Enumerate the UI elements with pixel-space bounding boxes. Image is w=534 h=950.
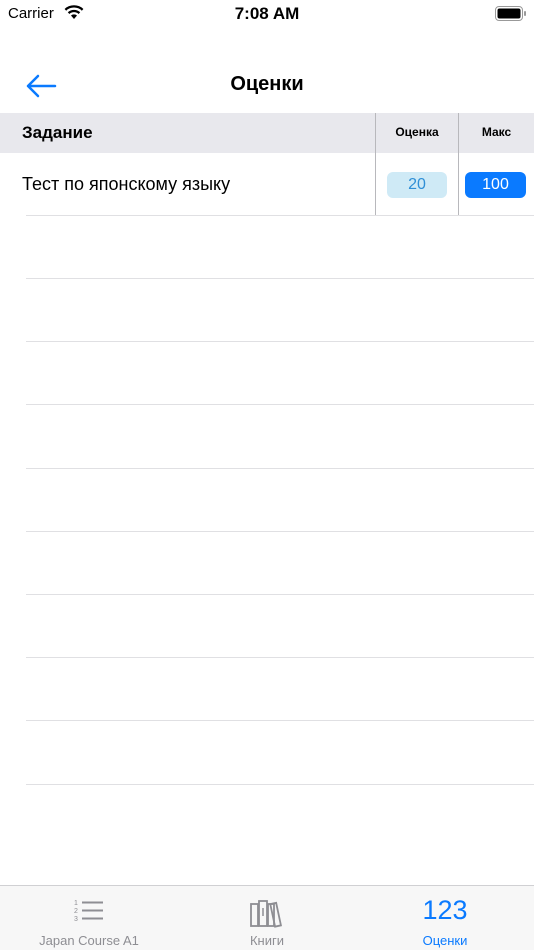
tab-grades[interactable]: 123 Оценки — [356, 886, 534, 950]
page-title: Оценки — [230, 73, 304, 95]
row-separator — [26, 278, 534, 279]
table-row[interactable]: Тест по японскому языку 20 100 — [0, 153, 534, 215]
row-separator — [26, 215, 534, 216]
tab-bar: 1 2 3 Japan Course A1 Книги 123 Оценки — [0, 885, 534, 950]
tab-books[interactable]: Книги — [178, 886, 356, 950]
task-name: Тест по японскому языку — [22, 174, 231, 194]
numbered-list-icon: 1 2 3 — [74, 900, 103, 923]
row-separator — [26, 594, 534, 595]
svg-text:3: 3 — [74, 916, 78, 923]
svg-text:1: 1 — [74, 900, 78, 907]
svg-text:2: 2 — [74, 908, 78, 915]
status-bar: Carrier 7:08 AM — [0, 0, 534, 30]
clock-time: 7:08 AM — [234, 4, 300, 23]
max-score-badge: 100 — [465, 172, 526, 198]
tab-label: Japan Course A1 — [39, 933, 139, 948]
row-separator — [26, 784, 534, 785]
column-header-task: Задание — [22, 123, 93, 142]
score-badge: 20 — [387, 172, 447, 198]
tab-japan-course[interactable]: 1 2 3 Japan Course A1 — [0, 886, 178, 950]
tab-label: Оценки — [422, 933, 468, 948]
row-separator — [26, 404, 534, 405]
battery-icon — [495, 6, 526, 21]
navigation-bar: Оценки — [0, 60, 534, 112]
column-header-score: Оценка — [395, 125, 439, 139]
books-icon — [250, 900, 283, 928]
row-separator — [26, 341, 534, 342]
row-separator — [26, 720, 534, 721]
tab-label: Книги — [249, 933, 285, 948]
numbers-icon: 123 — [422, 895, 468, 925]
row-separator — [26, 468, 534, 469]
row-separator — [26, 531, 534, 532]
table-header: Задание Оценка Макс — [0, 113, 534, 153]
column-header-max: Макс — [481, 125, 512, 139]
row-separator — [26, 657, 534, 658]
